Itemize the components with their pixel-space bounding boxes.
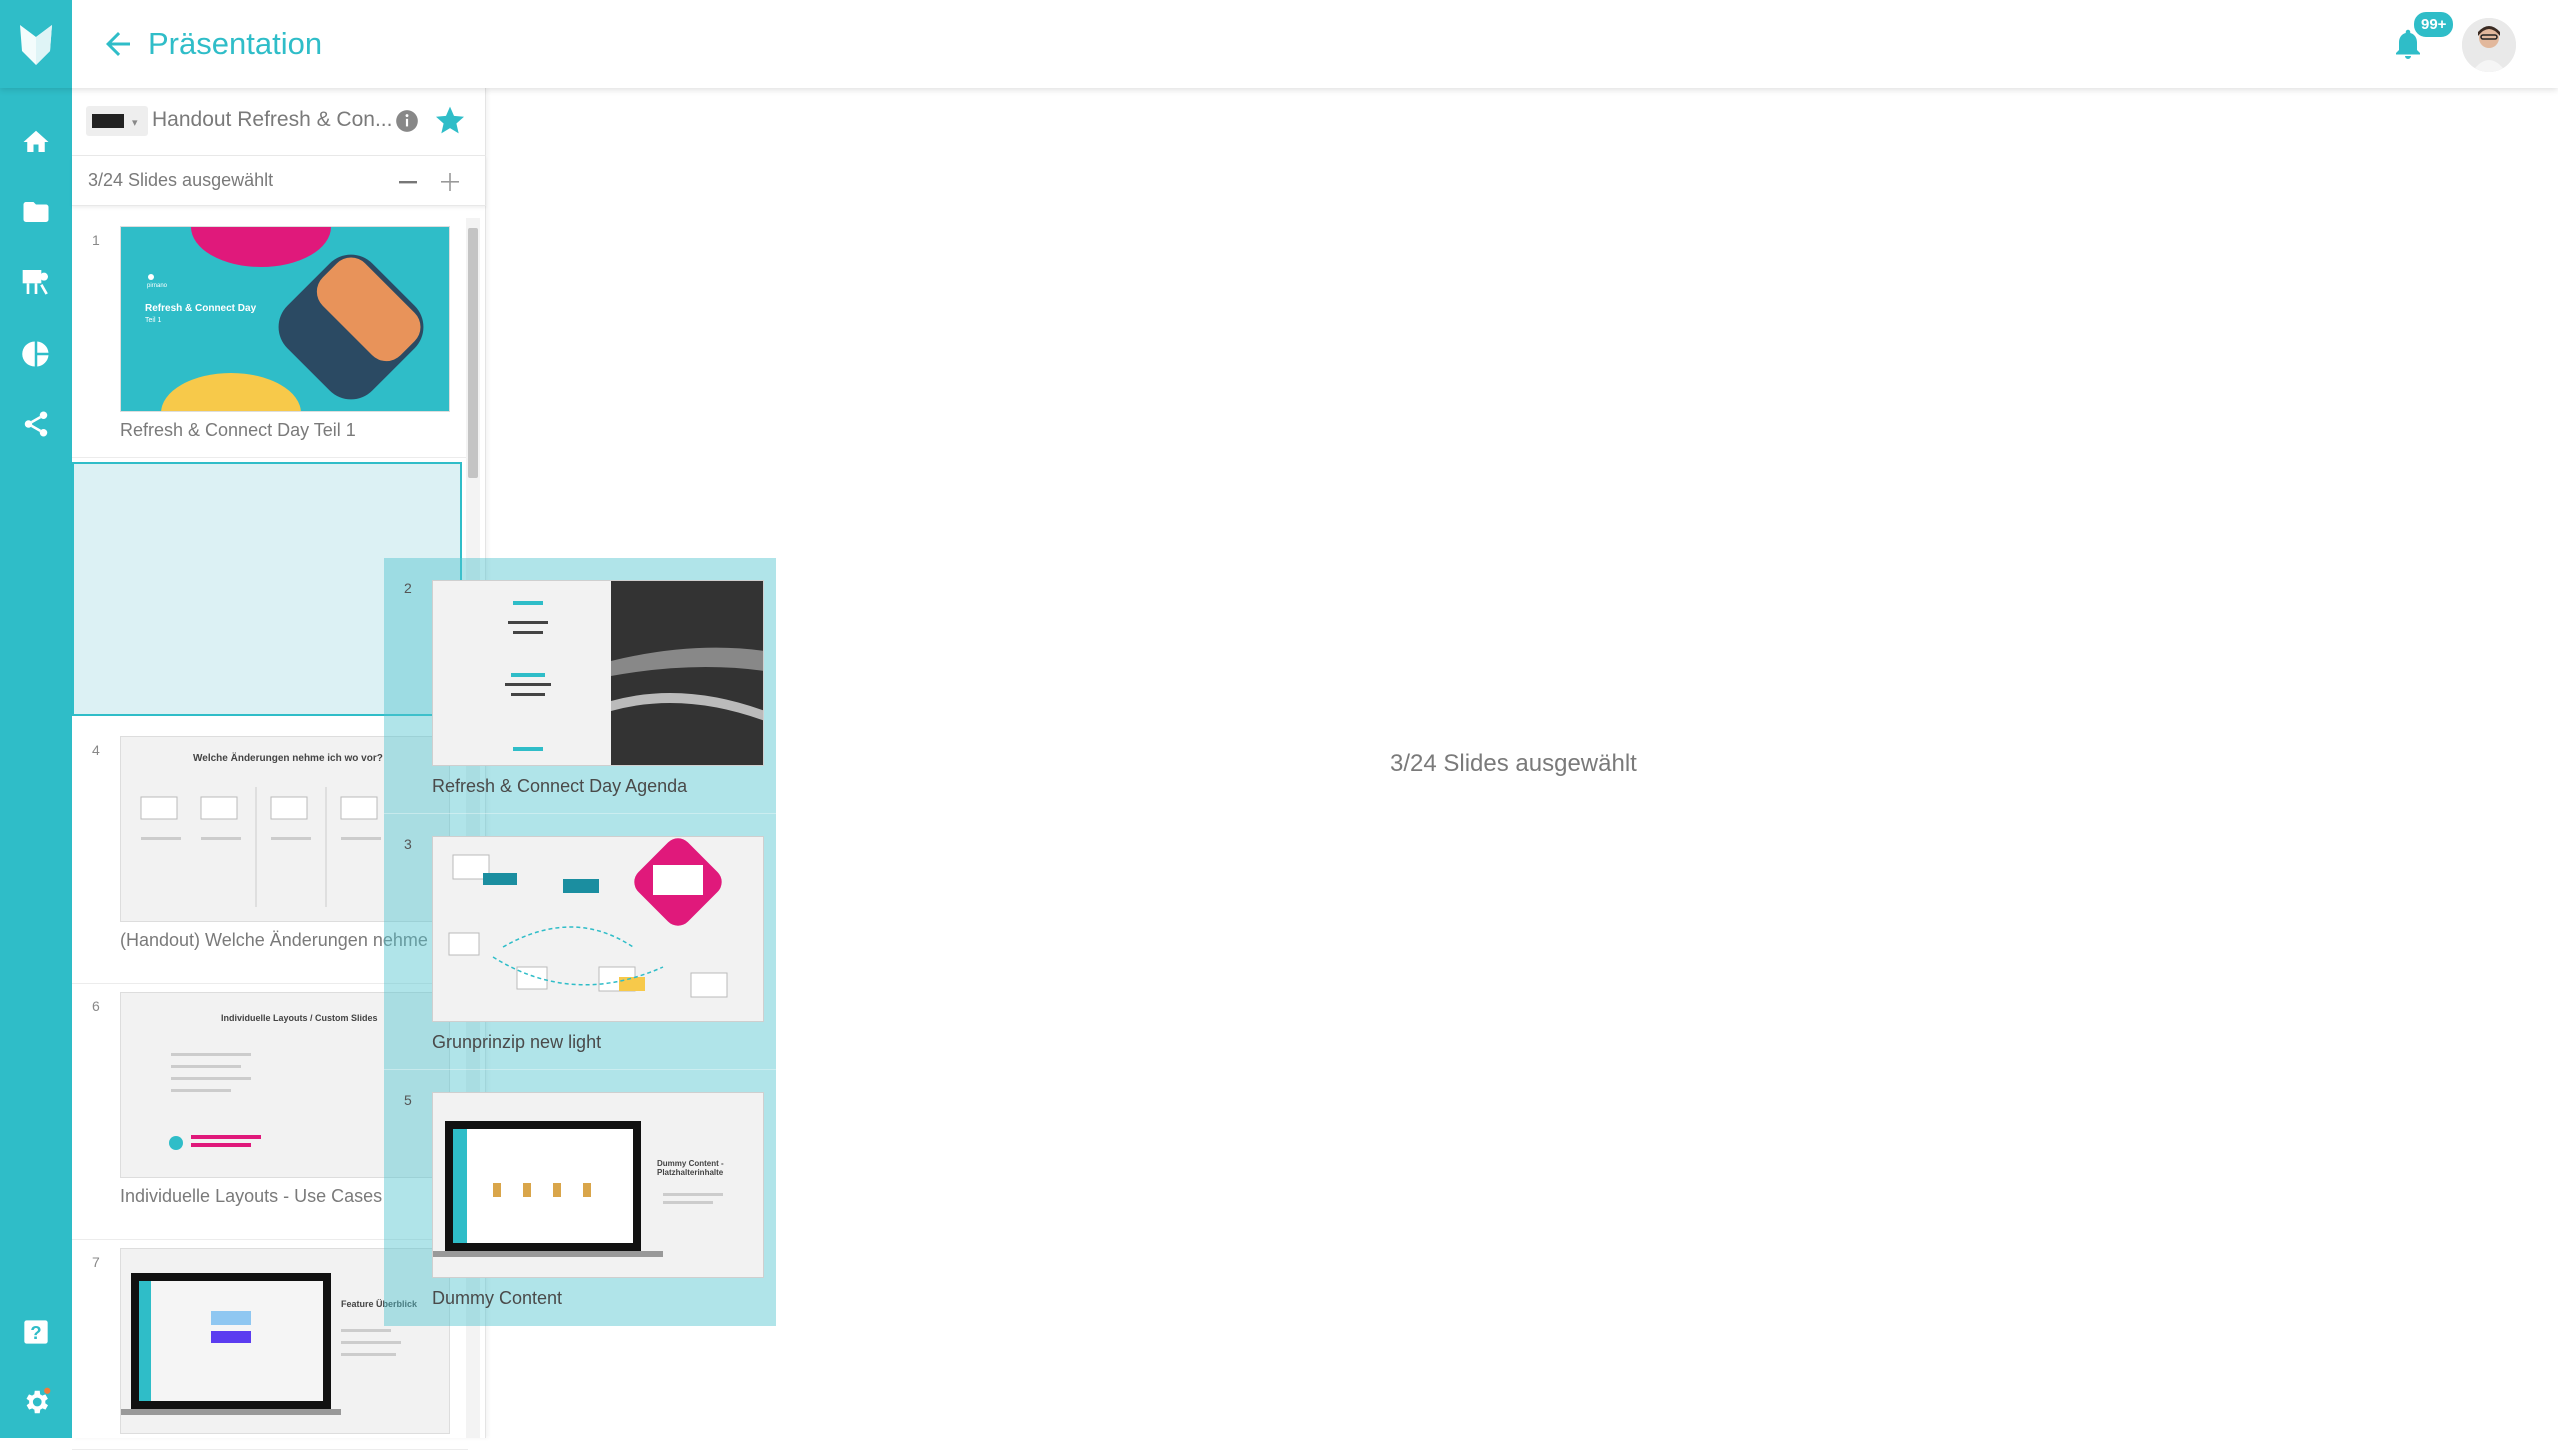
avatar-image	[2462, 18, 2516, 72]
slide-thumbnail: Dummy Content - Platzhalterinhalte	[432, 1092, 764, 1278]
slide-label: Refresh & Connect Day Teil 1	[120, 420, 356, 440]
minus-icon[interactable]	[396, 170, 420, 194]
slide-preview-image	[433, 581, 763, 765]
chevron-down-icon: ▾	[132, 117, 138, 129]
slide-number: 4	[92, 742, 100, 758]
theme-selector[interactable]: ▾	[86, 106, 148, 136]
back-arrow-icon[interactable]	[100, 26, 136, 62]
dragged-slide: 5 Dummy Content - Platzhalterinhalte Dum…	[384, 1070, 776, 1326]
star-icon[interactable]	[434, 104, 466, 136]
slide-thumbnail[interactable]: pirnano Refresh & Connect Day Teil 1	[120, 226, 450, 412]
scrollbar-thumb[interactable]	[468, 228, 478, 478]
settings-icon[interactable]	[18, 1384, 54, 1420]
slide-thumb-title: Dummy Content - Platzhalterinhalte	[657, 1159, 724, 1177]
slide-number: 7	[92, 1254, 100, 1270]
dragged-slide: Grunprinzip new light	[384, 814, 776, 1070]
slide-preview-image: pirnano	[121, 227, 449, 411]
slide-number: 6	[92, 998, 100, 1014]
page-title: Präsentation	[148, 26, 323, 61]
slide-label: Dummy Content	[432, 1288, 563, 1308]
fox-logo-icon	[20, 25, 52, 65]
slide-number: 1	[92, 232, 100, 248]
share-icon[interactable]	[18, 406, 54, 442]
svg-text:pirnano: pirnano	[147, 283, 168, 289]
slide-preview-image	[433, 1093, 763, 1277]
nav-sidebar: ?	[0, 88, 72, 1438]
presentation-icon[interactable]	[18, 264, 54, 300]
slide-item[interactable]: 1 pirnano Refresh & Connect Day Teil 1 R…	[72, 218, 468, 458]
slide-label: Individuelle Layouts - Use Cases	[120, 1186, 383, 1206]
slide-thumb-subtitle: Teil 1	[145, 317, 162, 324]
slide-thumbnail	[432, 836, 764, 1022]
folder-icon[interactable]	[18, 194, 54, 230]
help-icon[interactable]: ?	[18, 1314, 54, 1350]
slide-number: 2	[404, 580, 412, 596]
info-icon[interactable]	[394, 108, 420, 134]
dragged-slide: 2 Refresh & Connect Day Agenda	[384, 558, 776, 814]
panel-header: ▾ Handout Refresh & Con...	[72, 88, 486, 156]
app-logo[interactable]	[0, 0, 72, 88]
pie-chart-icon[interactable]	[18, 336, 54, 372]
slide-preview-image	[433, 837, 763, 1021]
user-avatar[interactable]	[2462, 18, 2516, 72]
selection-row: 3/24 Slides ausgewählt	[72, 156, 486, 206]
plus-icon[interactable]	[438, 170, 462, 194]
slide-number: 5	[404, 1092, 412, 1108]
top-bar: Präsentation 99+	[0, 0, 2558, 88]
slide-label: Grunprinzip new light	[432, 1032, 602, 1052]
svg-text:?: ?	[30, 1322, 41, 1343]
selection-status-text: 3/24 Slides ausgewählt	[1390, 750, 1637, 777]
presentation-name[interactable]: Handout Refresh & Con...	[152, 108, 392, 132]
slide-thumb-title: Refresh & Connect Day	[145, 303, 257, 314]
slide-label: Refresh & Connect Day Agenda	[432, 776, 688, 796]
home-icon[interactable]	[18, 124, 54, 160]
notification-badge: 99+	[2412, 10, 2456, 39]
drag-ghost: 3 2 Refresh & Connect Day Agenda Grunpri…	[384, 558, 776, 1326]
slide-thumbnail	[432, 580, 764, 766]
selection-count: 3/24 Slides ausgewählt	[88, 170, 274, 190]
